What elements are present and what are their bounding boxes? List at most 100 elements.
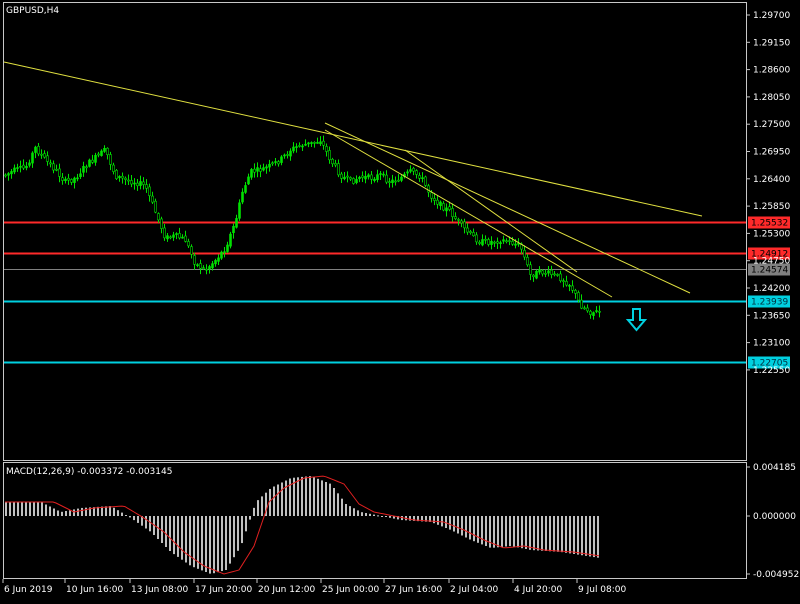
- candle-body: [157, 213, 160, 221]
- candle-body: [52, 163, 55, 171]
- candle-body: [19, 166, 22, 168]
- candle-body: [463, 221, 466, 229]
- candle-body: [310, 142, 313, 144]
- candle-body: [82, 166, 85, 173]
- chart-canvas[interactable]: 1.255321.249121.245741.239391.22705 0.00…: [0, 0, 800, 600]
- macd-histogram-bar: [189, 516, 191, 566]
- candle-body: [148, 186, 151, 196]
- price-tick-label: 1.25850: [753, 202, 790, 212]
- macd-histogram-bar: [369, 513, 371, 516]
- candle-body: [595, 310, 598, 312]
- candle-body: [55, 169, 58, 171]
- trendline[interactable]: [324, 129, 613, 298]
- candle-body: [124, 177, 127, 180]
- candle-body: [571, 285, 574, 291]
- macd-histogram-bar: [225, 516, 227, 570]
- candle-body: [514, 243, 517, 246]
- candle-body: [400, 176, 403, 181]
- macd-histogram-bar: [381, 516, 383, 517]
- price-level-label: 1.23939: [751, 298, 788, 308]
- trendline[interactable]: [3, 61, 703, 217]
- candle-body: [415, 170, 418, 175]
- price-tick-label: 1.24200: [753, 284, 790, 294]
- macd-histogram-bar: [481, 516, 483, 545]
- candle-body: [331, 159, 334, 165]
- candle-body: [502, 239, 505, 242]
- macd-histogram-bar: [125, 515, 127, 516]
- candle-body: [409, 169, 412, 172]
- candle-body: [355, 179, 358, 183]
- sell-arrow-icon[interactable]: [625, 308, 648, 332]
- candle-body: [478, 242, 481, 244]
- candle-body: [412, 168, 415, 172]
- macd-histogram-bar: [345, 504, 347, 516]
- macd-histogram-bar: [121, 512, 123, 516]
- macd-histogram-bar: [245, 516, 247, 532]
- candle-body: [475, 234, 478, 243]
- macd-histogram-bar: [473, 516, 475, 542]
- macd-histogram-bar: [205, 516, 207, 572]
- macd-histogram-bar: [469, 516, 471, 540]
- candle-body: [382, 173, 385, 176]
- chart-window[interactable]: 1.25532 1.24912 1.24574 1.23939 1.22705 0.00…: [0, 0, 800, 600]
- candle-body: [442, 203, 445, 211]
- candle-body: [493, 241, 496, 244]
- candle-body: [211, 263, 214, 269]
- macd-histogram-bar: [5, 502, 7, 516]
- candle-body: [187, 241, 190, 247]
- candle-body: [358, 177, 361, 179]
- price-tick-label: 1.28600: [753, 66, 790, 76]
- candle-body: [574, 290, 577, 294]
- candle-body: [523, 250, 526, 258]
- candle-body: [28, 162, 31, 166]
- price-tick-label: 1.23650: [753, 311, 790, 321]
- candle-body: [508, 240, 511, 242]
- candle-body: [100, 150, 103, 156]
- time-tick-label: 6 Jun 2019: [4, 585, 53, 595]
- candle-body: [208, 266, 211, 270]
- macd-histogram-bar: [557, 516, 559, 552]
- candle-body: [67, 177, 70, 181]
- candle-body: [121, 175, 124, 179]
- candle-body: [340, 173, 343, 179]
- candle-body: [112, 164, 115, 172]
- macd-histogram-bar: [77, 508, 79, 516]
- candle-body: [4, 174, 7, 177]
- candle-body: [430, 192, 433, 199]
- trendline[interactable]: [324, 122, 691, 294]
- candle-body: [526, 257, 529, 266]
- candle-body: [268, 163, 271, 168]
- candle-body: [565, 281, 568, 286]
- candle-body: [196, 264, 199, 266]
- candle-body: [235, 218, 238, 228]
- macd-histogram-bar: [201, 516, 203, 571]
- candle-body: [406, 171, 409, 174]
- candle-body: [151, 195, 154, 203]
- candle-body: [379, 173, 382, 175]
- candle-body: [544, 273, 547, 275]
- candle-body: [559, 273, 562, 282]
- main-chart-frame: [3, 2, 747, 461]
- candle-body: [88, 159, 91, 167]
- candle-body: [7, 173, 10, 176]
- time-tick-label: 17 Jun 20:00: [195, 585, 252, 595]
- macd-histogram-bar: [241, 516, 243, 544]
- candle-body: [94, 155, 97, 163]
- candle-body: [532, 274, 535, 277]
- macd-histogram-bar: [185, 516, 187, 563]
- macd-histogram-bar: [41, 502, 43, 516]
- candle-body: [76, 177, 79, 180]
- candle-body: [319, 141, 322, 145]
- macd-histogram-bar: [585, 516, 587, 556]
- macd-histogram-bar: [105, 506, 107, 516]
- macd-histogram-bar: [229, 516, 231, 564]
- price-tick-label: 1.29700: [753, 11, 790, 21]
- candle-body: [256, 167, 259, 172]
- candle-body: [388, 181, 391, 183]
- macd-histogram-bar: [341, 498, 343, 516]
- candle-body: [586, 307, 589, 312]
- macd-title: MACD(12,26,9) -0.003372 -0.003145: [6, 467, 172, 477]
- candle-body: [328, 150, 331, 161]
- candle-body: [562, 280, 565, 282]
- macd-histogram-bar: [17, 502, 19, 516]
